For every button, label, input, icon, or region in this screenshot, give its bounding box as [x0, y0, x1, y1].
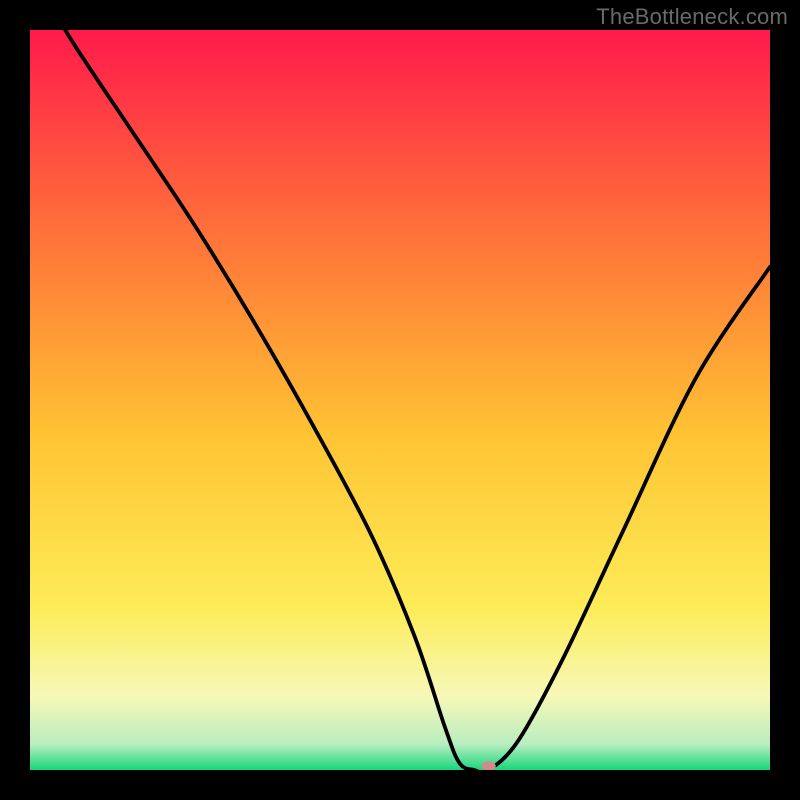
- chart-svg: [30, 30, 770, 770]
- watermark-text: TheBottleneck.com: [596, 4, 788, 30]
- heatmap-background: [30, 30, 770, 770]
- chart-container: TheBottleneck.com: [0, 0, 800, 800]
- plot-area: [30, 30, 770, 770]
